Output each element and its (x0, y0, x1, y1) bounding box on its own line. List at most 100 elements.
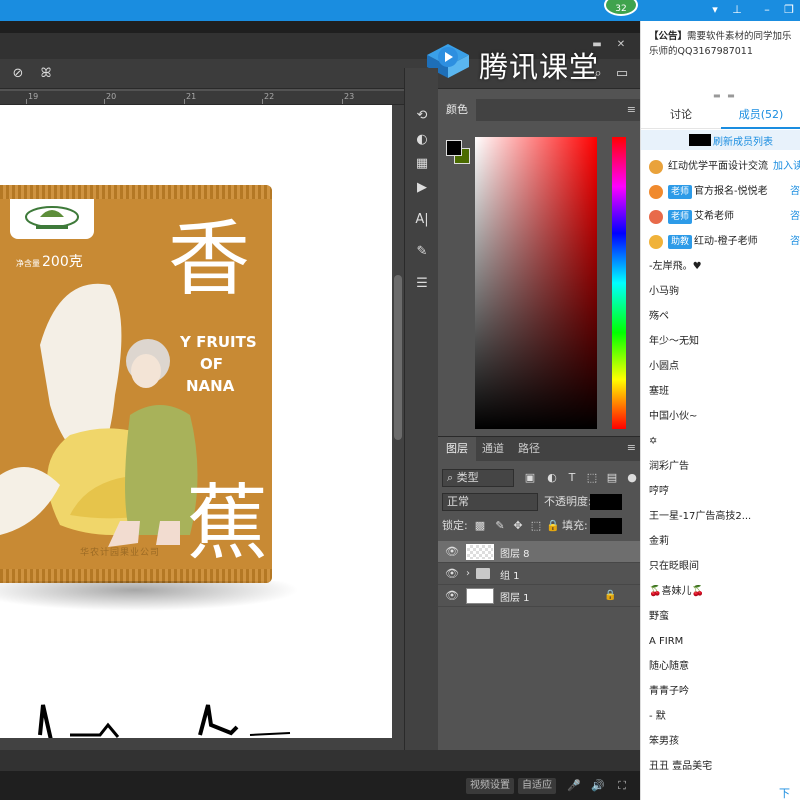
next-page-link[interactable]: 下一 (779, 785, 800, 800)
notification-badge[interactable]: 32 (604, 0, 638, 16)
tool-presets-icon[interactable]: ☰ (414, 276, 430, 292)
avatar (649, 210, 663, 224)
expand-chevron-icon[interactable]: › (466, 568, 470, 579)
tab-color[interactable]: 颜色 (438, 99, 476, 121)
close-icon[interactable]: ✕ (614, 38, 628, 52)
layer-row[interactable]: 👁 图层 1 🔒 (438, 585, 640, 607)
english-line: OF (200, 355, 223, 373)
member-list-item[interactable]: 哼哼 (641, 480, 800, 505)
member-list-item[interactable]: 🍒喜妹儿🍒 (641, 580, 800, 605)
fullscreen-icon[interactable]: ⛶ (614, 778, 630, 794)
hue-slider[interactable] (612, 137, 626, 429)
volume-icon[interactable]: 🔊 (590, 778, 606, 794)
member-list-item[interactable]: 金莉 (641, 530, 800, 555)
scrollbar-thumb[interactable] (394, 275, 402, 440)
member-list-item[interactable]: 王一星-17广告高技2... (641, 505, 800, 530)
lock-image-icon[interactable]: ✎ (494, 520, 506, 532)
member-action-link[interactable]: 咨 (790, 235, 800, 249)
panel-menu-icon[interactable]: ≡ (627, 103, 636, 116)
video-settings-button[interactable]: 视频设置 (466, 778, 514, 794)
member-list-item[interactable]: -左岸飛。♥ (641, 255, 800, 280)
member-list-item[interactable]: 润彩广告 (641, 455, 800, 480)
member-action-link[interactable]: 咨 (790, 210, 800, 224)
panel-menu-icon[interactable]: ≡ (627, 441, 636, 454)
visibility-eye-icon[interactable]: 👁 (445, 590, 459, 602)
butterfly-icon[interactable]: ꕤ (38, 66, 54, 82)
microphone-icon[interactable]: 🎤 (566, 778, 582, 794)
document-canvas[interactable]: 净含量 200克 香 Y FRUITS OF NANA 蕉 华农计园果业公司 (0, 105, 392, 738)
member-list-item[interactable]: 年少～无知 (641, 330, 800, 355)
member-action-link[interactable]: 加入读 (773, 160, 800, 174)
tab-discussion[interactable]: 讨论 (641, 101, 721, 129)
color-saturation-field[interactable] (475, 137, 597, 429)
minimize-icon[interactable]: – (760, 3, 774, 17)
tab-members[interactable]: 成员(52) (721, 101, 800, 129)
type-filter-icon[interactable]: T (566, 472, 578, 484)
member-list-item[interactable]: 丑丑 壹品美宅 (641, 755, 800, 780)
member-action-link[interactable]: 咨 (790, 185, 800, 199)
adjustments-icon[interactable]: ◐ (414, 132, 430, 148)
brush-icon[interactable]: ✎ (414, 244, 430, 260)
member-list: 红动优学平面设计交流 加入读 老师 官方报名-悦悦老咨老师 艾希老师咨助教 红动-橙子老师… (641, 155, 800, 780)
workspace-icon[interactable]: ▭ (614, 66, 630, 82)
member-list-item[interactable]: 只在眨眼间 (641, 555, 800, 580)
chevron-down-icon[interactable]: ▾ (708, 3, 722, 17)
tab-layers[interactable]: 图层 (438, 437, 476, 461)
auto-fit-button[interactable]: 自适应 (518, 778, 556, 794)
opacity-field[interactable] (590, 494, 622, 510)
vertical-scrollbar[interactable] (392, 105, 404, 750)
layer-row[interactable]: 👁 图层 8 (438, 541, 640, 563)
layer-group-row[interactable]: 👁 › 组 1 (438, 563, 640, 585)
package-shadow (0, 581, 300, 611)
character-icon[interactable]: A| (414, 212, 430, 228)
properties-icon[interactable]: ▦ (414, 156, 430, 172)
fill-field[interactable] (590, 518, 622, 534)
member-name: 润彩广告 (649, 461, 689, 472)
member-list-item[interactable]: A FIRM (641, 630, 800, 655)
member-list-item[interactable]: 小马驹 (641, 280, 800, 305)
shape-filter-icon[interactable]: ⬚ (586, 472, 598, 484)
restore-icon[interactable]: ❐ (782, 3, 796, 17)
history-icon[interactable]: ⟲ (414, 108, 430, 124)
member-list-item[interactable]: 助教 红动-橙子老师 咨 (641, 230, 800, 255)
refresh-members-row[interactable]: 刷新成员列表 (641, 130, 800, 150)
visibility-eye-icon[interactable]: 👁 (445, 546, 459, 558)
adjustment-filter-icon[interactable]: ◐ (546, 472, 558, 484)
member-name: 金莉 (649, 536, 669, 547)
member-list-item[interactable]: 随心随意 (641, 655, 800, 680)
member-list-item[interactable]: ✡ (641, 430, 800, 455)
member-list-item[interactable]: - 默 (641, 705, 800, 730)
smart-object-filter-icon[interactable]: ▤ (606, 472, 618, 484)
pin-icon[interactable]: ⊥ (730, 3, 744, 17)
layer-filter-select[interactable]: ⌕ 类型 (442, 469, 514, 487)
pixel-filter-icon[interactable]: ▣ (524, 472, 536, 484)
horizontal-scrollbar[interactable] (0, 738, 392, 750)
member-list-item[interactable]: 红动优学平面设计交流 加入读 (641, 155, 800, 180)
member-list-item[interactable]: 中国小伙~ (641, 405, 800, 430)
lock-all-icon[interactable]: 🔒 (546, 520, 560, 532)
member-list-item[interactable]: 笨男孩 (641, 730, 800, 755)
member-list-item[interactable]: 塞班 (641, 380, 800, 405)
target-icon[interactable]: ⊘ (10, 66, 26, 82)
package-english-text: Y FRUITS OF NANA (180, 331, 257, 397)
foreground-color-swatch[interactable] (446, 140, 462, 156)
actions-play-icon[interactable]: ▶ (414, 180, 430, 196)
lock-transparent-icon[interactable]: ▩ (474, 520, 486, 532)
member-name: 小马驹 (649, 286, 679, 297)
member-list-item[interactable]: 老师 官方报名-悦悦老 咨 (641, 180, 800, 205)
canvas-area[interactable]: 净含量 200克 香 Y FRUITS OF NANA 蕉 华农计园果业公司 (0, 105, 404, 750)
ruler-tick: 22 (264, 92, 275, 101)
lock-position-icon[interactable]: ✥ (512, 520, 524, 532)
blend-mode-select[interactable]: 正常 (442, 493, 538, 511)
member-list-item[interactable]: 殇ペ (641, 305, 800, 330)
lock-artboard-icon[interactable]: ⬚ (530, 520, 542, 532)
tab-channels[interactable]: 通道 (474, 437, 512, 461)
refresh-members-link[interactable]: 刷新成员列表 (713, 133, 773, 148)
visibility-eye-icon[interactable]: 👁 (445, 568, 459, 580)
member-list-item[interactable]: 青青子吟 (641, 680, 800, 705)
member-list-item[interactable]: 野蛮 (641, 605, 800, 630)
member-list-item[interactable]: 老师 艾希老师 咨 (641, 205, 800, 230)
tab-paths[interactable]: 路径 (510, 437, 548, 461)
filter-toggle-icon[interactable]: ● (626, 472, 638, 484)
member-list-item[interactable]: 小圆点 (641, 355, 800, 380)
